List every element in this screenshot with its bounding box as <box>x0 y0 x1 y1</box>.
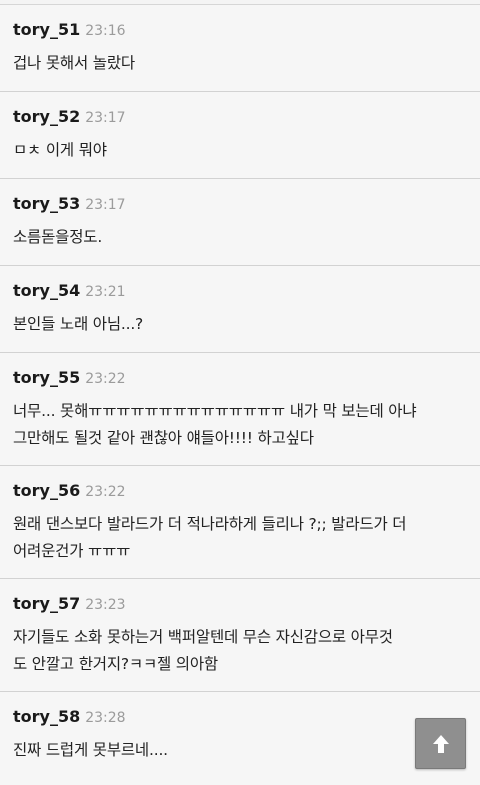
comment-meta: tory_54 23:21 <box>13 281 468 305</box>
comment-time: 23:17 <box>85 197 126 213</box>
comment-text: 본인들 노래 아님...? <box>13 315 144 333</box>
comment-time: 23:16 <box>85 23 126 39</box>
comment-meta: tory_58 23:28 <box>13 707 468 731</box>
comment-item: tory_55 23:22 너무... 못해ㅠㅠㅠㅠㅠㅠㅠㅠㅠㅠㅠㅠㅠㅠ 내가 … <box>0 353 480 466</box>
comment-author[interactable]: tory_55 <box>13 368 80 387</box>
comment-meta: tory_52 23:17 <box>13 107 468 131</box>
comment-author[interactable]: tory_57 <box>13 594 80 613</box>
comment-author[interactable]: tory_51 <box>13 20 80 39</box>
comment-time: 23:21 <box>85 284 126 300</box>
comment-time: 23:17 <box>85 110 126 126</box>
comment-meta: tory_56 23:22 <box>13 481 468 505</box>
comment-text: 진짜 드럽게 못부르네.... <box>13 741 168 759</box>
comment-meta: tory_51 23:16 <box>13 20 468 44</box>
comment-item: tory_51 23:16 겁나 못해서 놀랐다 <box>0 5 480 92</box>
scroll-to-top-button[interactable] <box>415 718 466 769</box>
comment-item: tory_58 23:28 진짜 드럽게 못부르네.... <box>0 692 480 785</box>
comment-time: 23:23 <box>85 597 126 613</box>
comment-item: tory_54 23:21 본인들 노래 아님...? <box>0 266 480 353</box>
comment-text: ㅁㅊ 이게 뭐야 <box>13 141 107 159</box>
comment-time: 23:22 <box>85 484 126 500</box>
comment-item: tory_56 23:22 원래 댄스보다 발라드가 더 적나라하게 들리나 ?… <box>0 466 480 579</box>
comment-author[interactable]: tory_58 <box>13 707 80 726</box>
comment-author[interactable]: tory_53 <box>13 194 80 213</box>
comment-list: tory_51 23:16 겁나 못해서 놀랐다 tory_52 23:17 ㅁ… <box>0 5 480 785</box>
comment-author[interactable]: tory_56 <box>13 481 80 500</box>
comment-text: 자기들도 소화 못하는거 백퍼알텐데 무슨 자신감으로 아무것 도 안깔고 한거… <box>13 628 393 673</box>
comment-text: 원래 댄스보다 발라드가 더 적나라하게 들리나 ?;; 발라드가 더 어려운건… <box>13 515 407 560</box>
comment-item: tory_52 23:17 ㅁㅊ 이게 뭐야 <box>0 92 480 179</box>
comment-meta: tory_57 23:23 <box>13 594 468 618</box>
comment-time: 23:22 <box>85 371 126 387</box>
comment-time: 23:28 <box>85 710 126 726</box>
comment-author[interactable]: tory_52 <box>13 107 80 126</box>
comment-text: 소름돋을정도. <box>13 228 103 246</box>
comment-text: 너무... 못해ㅠㅠㅠㅠㅠㅠㅠㅠㅠㅠㅠㅠㅠㅠ 내가 막 보는데 아냐 그만해도 … <box>13 402 417 447</box>
comment-text: 겁나 못해서 놀랐다 <box>13 54 135 72</box>
comment-meta: tory_53 23:17 <box>13 194 468 218</box>
comment-author[interactable]: tory_54 <box>13 281 80 300</box>
comment-item: tory_57 23:23 자기들도 소화 못하는거 백퍼알텐데 무슨 자신감으… <box>0 579 480 692</box>
comment-item: tory_53 23:17 소름돋을정도. <box>0 179 480 266</box>
comment-meta: tory_55 23:22 <box>13 368 468 392</box>
arrow-up-icon <box>432 734 449 753</box>
